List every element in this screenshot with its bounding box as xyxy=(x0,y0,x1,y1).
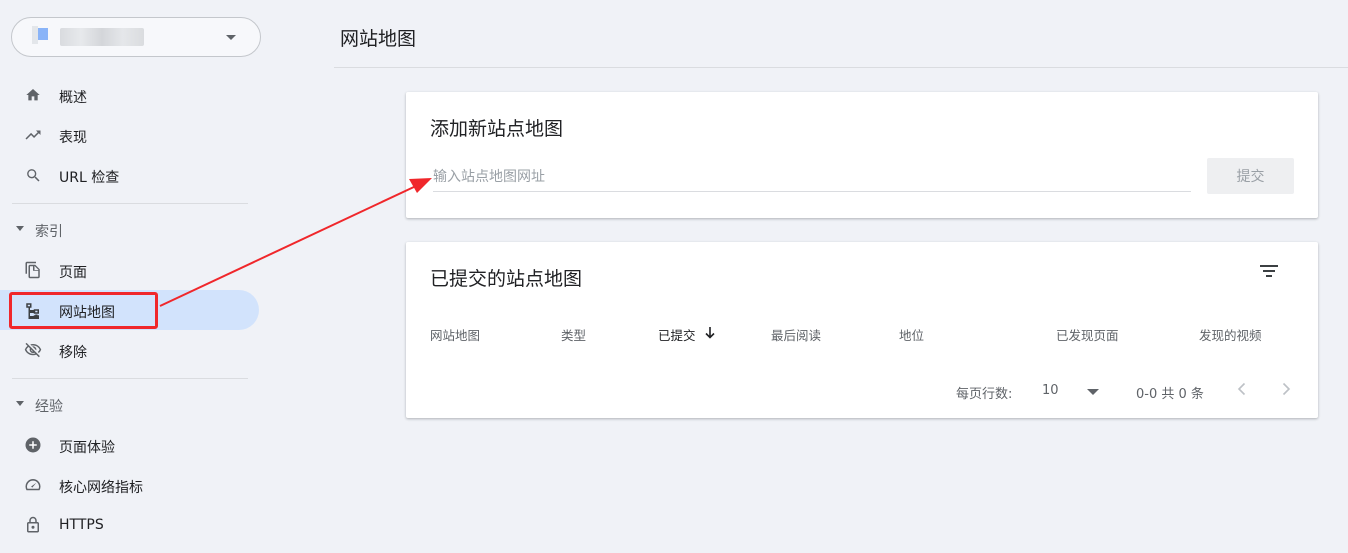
chevron-right-icon[interactable] xyxy=(1278,380,1294,398)
column-header-discovered-videos[interactable]: 发现的视频 xyxy=(1199,325,1262,344)
search-icon xyxy=(24,166,42,184)
sidebar-item-overview[interactable]: 概述 xyxy=(0,75,260,115)
caret-down-icon xyxy=(226,35,236,40)
submitted-sitemaps-card: 已提交的站点地图 网站地图 类型 已提交 最后阅读 地位 已发现页面 发现的视频… xyxy=(406,242,1318,418)
submit-button[interactable]: 提交 xyxy=(1207,158,1294,194)
sidebar-item-label: HTTPS xyxy=(59,517,104,533)
section-header-experience[interactable]: 经验 xyxy=(0,390,248,420)
submitted-sitemaps-title: 已提交的站点地图 xyxy=(430,268,583,290)
column-header-discovered-pages[interactable]: 已发现页面 xyxy=(1056,325,1119,344)
header-divider xyxy=(334,67,1348,68)
sidebar-item-label: 表现 xyxy=(59,130,87,146)
rows-per-page-label: 每页行数: xyxy=(956,387,1013,402)
section-header-index[interactable]: 索引 xyxy=(0,215,248,245)
caret-down-icon[interactable] xyxy=(1087,389,1099,395)
sidebar-item-page-experience[interactable]: 页面体验 xyxy=(0,425,260,465)
sidebar-item-removals[interactable]: 移除 xyxy=(0,330,260,370)
arrow-down-icon[interactable] xyxy=(704,325,716,339)
column-header-last-read[interactable]: 最后阅读 xyxy=(771,325,821,344)
column-header-status[interactable]: 地位 xyxy=(899,325,924,344)
sidebar-item-performance[interactable]: 表现 xyxy=(0,115,260,155)
pagination-range: 0-0 共 0 条 xyxy=(1136,387,1204,402)
sidebar-item-label: 概述 xyxy=(59,90,87,106)
sidebar-item-label: 移除 xyxy=(59,345,87,361)
copy-pages-icon xyxy=(24,261,42,279)
eye-off-icon xyxy=(24,341,42,359)
property-favicon xyxy=(32,26,48,44)
sidebar: 概述 表现 URL 检查 索引 页面 网站地图 移除 经验 页面体验 核心网络指… xyxy=(0,0,262,553)
property-selector[interactable] xyxy=(11,17,261,57)
speedometer-icon xyxy=(24,476,42,494)
add-sitemap-card: 添加新站点地图 提交 xyxy=(406,92,1318,218)
column-header-sitemap[interactable]: 网站地图 xyxy=(430,325,480,344)
page-title: 网站地图 xyxy=(340,28,417,50)
sidebar-item-core-web-vitals[interactable]: 核心网络指标 xyxy=(0,465,260,505)
add-sitemap-title: 添加新站点地图 xyxy=(430,118,564,140)
sidebar-divider xyxy=(12,378,248,379)
column-header-type[interactable]: 类型 xyxy=(561,325,586,344)
home-icon xyxy=(24,86,42,104)
collapse-caret-icon xyxy=(16,401,24,406)
property-name-redacted xyxy=(60,28,144,46)
sidebar-item-pages[interactable]: 页面 xyxy=(0,250,260,290)
sitemap-icon xyxy=(24,301,42,319)
sidebar-item-label: URL 检查 xyxy=(59,170,120,186)
sidebar-item-sitemaps[interactable]: 网站地图 xyxy=(0,290,259,330)
sidebar-item-label: 页面体验 xyxy=(59,440,115,456)
section-label: 经验 xyxy=(35,399,63,415)
chevron-left-icon[interactable] xyxy=(1234,380,1250,398)
trending-up-icon xyxy=(24,126,42,144)
column-header-submitted[interactable]: 已提交 xyxy=(658,325,696,344)
lock-icon xyxy=(24,516,42,534)
section-label: 索引 xyxy=(35,224,63,240)
plus-circle-icon xyxy=(24,436,42,454)
filter-icon[interactable] xyxy=(1258,262,1280,280)
collapse-caret-icon xyxy=(16,226,24,231)
sidebar-item-label: 核心网络指标 xyxy=(59,480,143,496)
sitemap-url-input[interactable] xyxy=(433,166,1191,192)
sidebar-item-https[interactable]: HTTPS xyxy=(0,505,260,545)
sidebar-divider xyxy=(12,203,248,204)
sidebar-item-label: 网站地图 xyxy=(59,305,115,321)
rows-per-page-select[interactable]: 10 xyxy=(1042,383,1059,398)
sidebar-item-label: 页面 xyxy=(59,265,87,281)
sidebar-item-url-inspection[interactable]: URL 检查 xyxy=(0,155,260,195)
